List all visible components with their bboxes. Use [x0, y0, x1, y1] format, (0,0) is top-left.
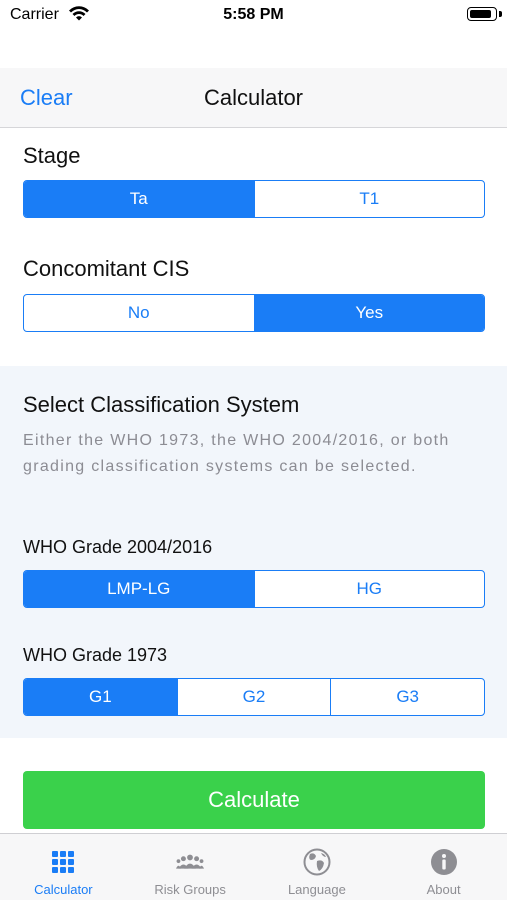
who-1973-option-g3[interactable]: G3: [330, 679, 484, 715]
cis-option-yes[interactable]: Yes: [253, 295, 484, 331]
stage-label: Stage: [23, 143, 81, 168]
who-1973-option-g1[interactable]: G1: [24, 679, 177, 715]
clock-time: 5:58 PM: [223, 6, 284, 23]
tab-about-label: About: [426, 882, 461, 897]
who-2004-option-hg[interactable]: HG: [253, 571, 485, 607]
cis-segmented-control: No Yes: [23, 294, 485, 332]
classification-description: Either the WHO 1973, the WHO 2004/2016, …: [23, 432, 450, 475]
battery-level: [470, 10, 491, 18]
stage-option-t1[interactable]: T1: [253, 181, 485, 217]
who-2004-label: WHO Grade 2004/2016: [23, 537, 213, 557]
battery-icon: [467, 7, 497, 21]
tab-risk-groups[interactable]: Risk Groups: [127, 834, 254, 900]
tab-calculator-label: Calculator: [34, 882, 93, 897]
globe-icon: [303, 848, 331, 876]
tab-risk-groups-label: Risk Groups: [154, 882, 226, 897]
stage-segmented-control: Ta T1: [23, 180, 485, 218]
who-2004-option-lmp-lg[interactable]: LMP-LG: [24, 571, 254, 607]
page-title: Calculator: [203, 85, 304, 110]
tab-about[interactable]: About: [380, 834, 507, 900]
calculate-button[interactable]: Calculate: [23, 771, 485, 829]
navigation-bar: Clear Calculator: [0, 68, 507, 128]
tab-calculator[interactable]: Calculator: [0, 834, 127, 900]
cis-option-no[interactable]: No: [24, 295, 254, 331]
who-1973-label: WHO Grade 1973: [23, 645, 168, 665]
grid-icon: [49, 848, 77, 876]
who-1973-segmented-control: G1 G2 G3: [23, 678, 485, 716]
who-1973-option-g2[interactable]: G2: [176, 679, 331, 715]
battery-tip: [499, 11, 502, 17]
cis-label: Concomitant CIS: [23, 256, 190, 281]
status-bar: Carrier 5:58 PM: [0, 0, 507, 32]
info-icon: [430, 848, 458, 876]
people-icon: [176, 848, 205, 876]
stage-option-ta[interactable]: Ta: [24, 181, 254, 217]
who-2004-segmented-control: LMP-LG HG: [23, 570, 485, 608]
tab-language[interactable]: Language: [254, 834, 381, 900]
tab-language-label: Language: [287, 882, 346, 897]
classification-title: Select Classification System: [23, 392, 300, 417]
tab-bar: Calculator Risk Groups Language About: [0, 833, 507, 900]
